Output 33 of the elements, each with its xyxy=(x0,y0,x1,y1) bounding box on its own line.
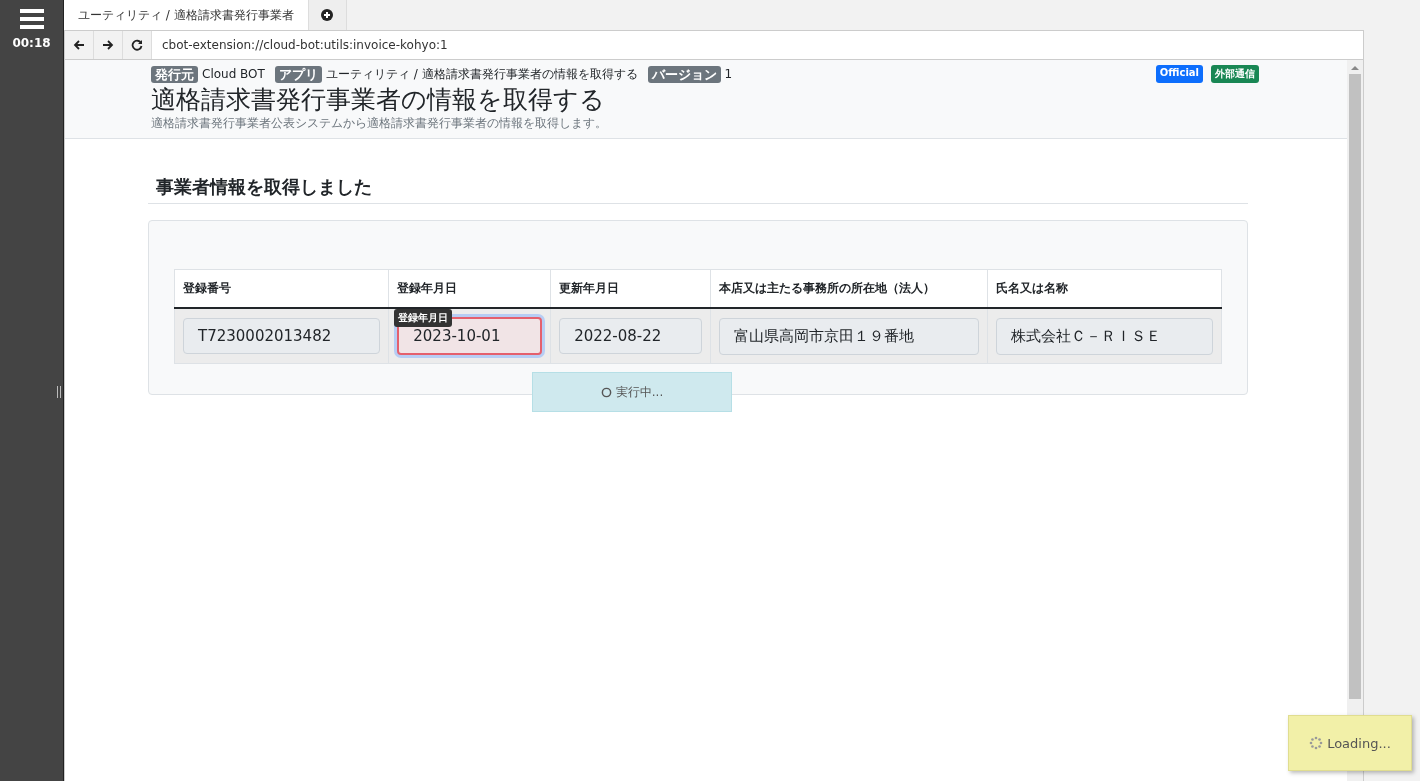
meta-badge: アプリ xyxy=(274,65,322,83)
readonly-field[interactable]: 株式会社Ｃ－ＲＩＳＥ xyxy=(995,317,1213,355)
tooltip: 登録年月日 xyxy=(394,309,453,327)
menu-icon[interactable] xyxy=(19,8,44,30)
back-button[interactable] xyxy=(65,31,94,59)
page-description: 適格請求書発行事業者公表システムから適格請求書発行事業者の情報を取得します。 xyxy=(151,115,608,132)
meta-value: ユーティリティ / 適格請求書発行事業者の情報を取得する xyxy=(325,65,638,83)
meta-badge: 発行元 xyxy=(151,65,198,83)
timer: 00:18 xyxy=(12,36,51,50)
readonly-field[interactable]: 2022-08-22 xyxy=(559,318,702,354)
plus-icon xyxy=(321,9,334,21)
section-title: 事業者情報を取得しました xyxy=(148,175,1248,204)
new-tab-button[interactable] xyxy=(308,0,347,30)
page-title: 適格請求書発行事業者の情報を取得する xyxy=(151,85,606,115)
meta-value: 1 xyxy=(724,67,733,81)
browser-tab[interactable]: ユーティリティ / 適格請求書発行事業者 xyxy=(64,0,309,30)
spinner-icon xyxy=(1309,736,1324,750)
reload-icon xyxy=(131,39,143,51)
meta-badge: バージョン xyxy=(647,65,721,83)
readonly-field[interactable]: 富山県高岡市京田１９番地 xyxy=(718,317,979,355)
forward-button[interactable] xyxy=(94,31,123,59)
readonly-field[interactable]: T7230002013482 xyxy=(183,318,381,354)
spinner-icon xyxy=(600,386,612,398)
scroll-up-icon[interactable] xyxy=(1351,64,1359,72)
tag-badge: 外部通信 xyxy=(1211,65,1259,83)
reload-button[interactable] xyxy=(123,31,152,59)
back-arrow-icon xyxy=(73,39,85,51)
tag-badge: Official xyxy=(1155,65,1203,83)
forward-arrow-icon xyxy=(102,39,114,51)
resize-handle-icon[interactable] xyxy=(57,386,61,398)
meta-value: Cloud BOT xyxy=(202,67,265,81)
running-text: 実行中... xyxy=(615,383,664,401)
loading-text: Loading... xyxy=(1327,735,1391,751)
